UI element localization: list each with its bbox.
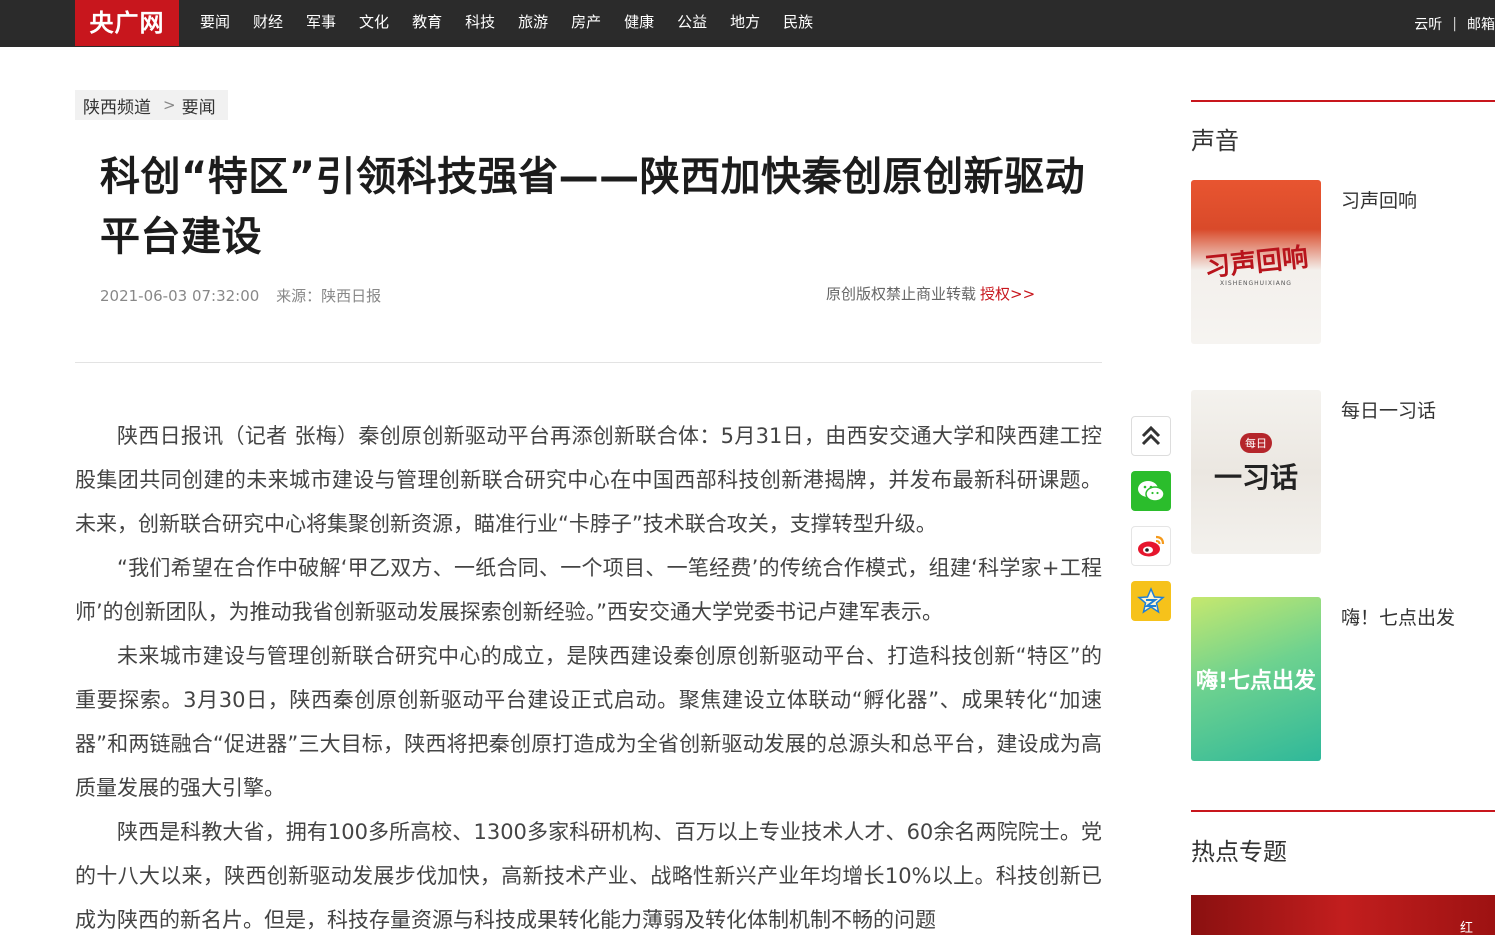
article-meta: 2021-06-03 07:32:00 来源：陕西日报	[100, 285, 381, 306]
article-body: 陕西日报讯（记者 张梅）秦创原创新驱动平台再添创新联合体：5月31日，由西安交通…	[75, 414, 1102, 935]
main-nav: 要闻 财经 军事 文化 教育 科技 旅游 房产 健康 公益 地方 民族	[200, 0, 836, 47]
scroll-top-icon	[1141, 425, 1161, 446]
nav-item-charity[interactable]: 公益	[677, 0, 707, 47]
article-paragraph: 未来城市建设与管理创新联合研究中心的成立，是陕西建设秦创原创新驱动平台、打造科技…	[75, 644, 1102, 800]
hot-banner-tag: 红	[1459, 921, 1473, 935]
share-wechat-button[interactable]	[1131, 471, 1171, 511]
nav-item-realestate[interactable]: 房产	[571, 0, 601, 47]
mailbox-link[interactable]: 邮箱	[1467, 14, 1495, 34]
audio-item-name[interactable]: 习声回响	[1341, 186, 1417, 213]
audio-section-title: 声音	[1191, 127, 1239, 155]
thumbnail-badge-text: 每日	[1240, 433, 1272, 453]
article-date: 2021-06-03 07:32:00	[100, 287, 260, 305]
nav-item-news[interactable]: 要闻	[200, 0, 230, 47]
right-sidebar: 声音 习声回响 XISHENGHUIXIANG 习声回响 每日 一习话 每日一习…	[1191, 100, 1495, 761]
yunting-link[interactable]: 云听	[1414, 14, 1442, 34]
thumbnail-title: 习声回响	[1202, 242, 1310, 284]
nav-item-culture[interactable]: 文化	[359, 0, 389, 47]
nav-item-tech[interactable]: 科技	[465, 0, 495, 47]
link-separator: |	[1452, 15, 1457, 32]
audio-item[interactable]: 嗨!七点出发 嗨！七点出发	[1191, 597, 1495, 761]
breadcrumb-section[interactable]: 要闻	[182, 93, 216, 118]
audio-thumbnail[interactable]: 每日 一习话	[1191, 390, 1321, 554]
nav-item-ethnic[interactable]: 民族	[783, 0, 813, 47]
audio-item-name[interactable]: 每日一习话	[1341, 396, 1436, 423]
authorize-link[interactable]: 授权>>	[980, 285, 1035, 303]
top-nav-bar: 央广网 要闻 财经 军事 文化 教育 科技 旅游 房产 健康 公益 地方 民族 …	[0, 0, 1495, 47]
nav-item-education[interactable]: 教育	[412, 0, 442, 47]
weibo-icon	[1138, 535, 1165, 557]
share-toolbar	[1131, 416, 1171, 636]
nav-item-health[interactable]: 健康	[624, 0, 654, 47]
audio-item[interactable]: 每日 一习话 每日一习话	[1191, 390, 1495, 554]
nav-item-travel[interactable]: 旅游	[518, 0, 548, 47]
audio-thumbnail[interactable]: 嗨!七点出发	[1191, 597, 1321, 761]
audio-item[interactable]: 习声回响 XISHENGHUIXIANG 习声回响	[1191, 180, 1495, 344]
breadcrumb-channel[interactable]: 陕西频道	[83, 93, 151, 118]
article-paragraph: “我们希望在合作中破解‘甲乙双方、一纸合同、一个项目、一笔经费’的传统合作模式，…	[75, 556, 1102, 624]
thumbnail-title: 嗨!七点出发	[1195, 669, 1317, 694]
hot-section-accent-line	[1191, 810, 1495, 812]
sidebar-accent-line	[1191, 100, 1495, 102]
thumbnail-title: 一习话	[1213, 461, 1298, 494]
copyright-notice: 原创版权禁止商业转载 授权>>	[826, 283, 1035, 304]
article-source: 陕西日报	[321, 287, 382, 305]
top-right-links: 云听 | 邮箱	[1414, 0, 1495, 47]
article-title: 科创“特区”引领科技强省——陕西加快秦创原创新驱动平台建设	[100, 154, 1086, 260]
wechat-icon	[1138, 481, 1165, 502]
audio-thumbnail[interactable]: 习声回响 XISHENGHUIXIANG	[1191, 180, 1321, 344]
hot-topic-banner[interactable]: 红	[1191, 895, 1495, 935]
nav-item-finance[interactable]: 财经	[253, 0, 283, 47]
article-paragraph: 陕西是科教大省，拥有100多所高校、1300多家科研机构、百万以上专业技术人才、…	[75, 820, 1102, 932]
breadcrumb-arrow: >	[163, 96, 176, 114]
share-qzone-button[interactable]	[1131, 581, 1171, 621]
nav-item-local[interactable]: 地方	[730, 0, 760, 47]
hot-section-title: 热点专题	[1191, 838, 1287, 866]
site-logo[interactable]: 央广网	[75, 0, 179, 46]
nav-item-military[interactable]: 军事	[306, 0, 336, 47]
thumbnail-subtitle: XISHENGHUIXIANG	[1220, 280, 1292, 287]
breadcrumb: 陕西频道 > 要闻	[75, 90, 228, 120]
article-paragraph: 陕西日报讯（记者 张梅）秦创原创新驱动平台再添创新联合体：5月31日，由西安交通…	[75, 424, 1102, 536]
audio-item-name[interactable]: 嗨！七点出发	[1341, 603, 1455, 630]
scroll-top-button[interactable]	[1131, 416, 1171, 456]
title-divider	[75, 362, 1102, 363]
share-weibo-button[interactable]	[1131, 526, 1171, 566]
source-label: 来源：	[276, 287, 322, 305]
copyright-text: 原创版权禁止商业转载	[826, 285, 977, 303]
qzone-icon	[1137, 587, 1165, 614]
thumbnail-badge: 每日	[1191, 432, 1321, 453]
